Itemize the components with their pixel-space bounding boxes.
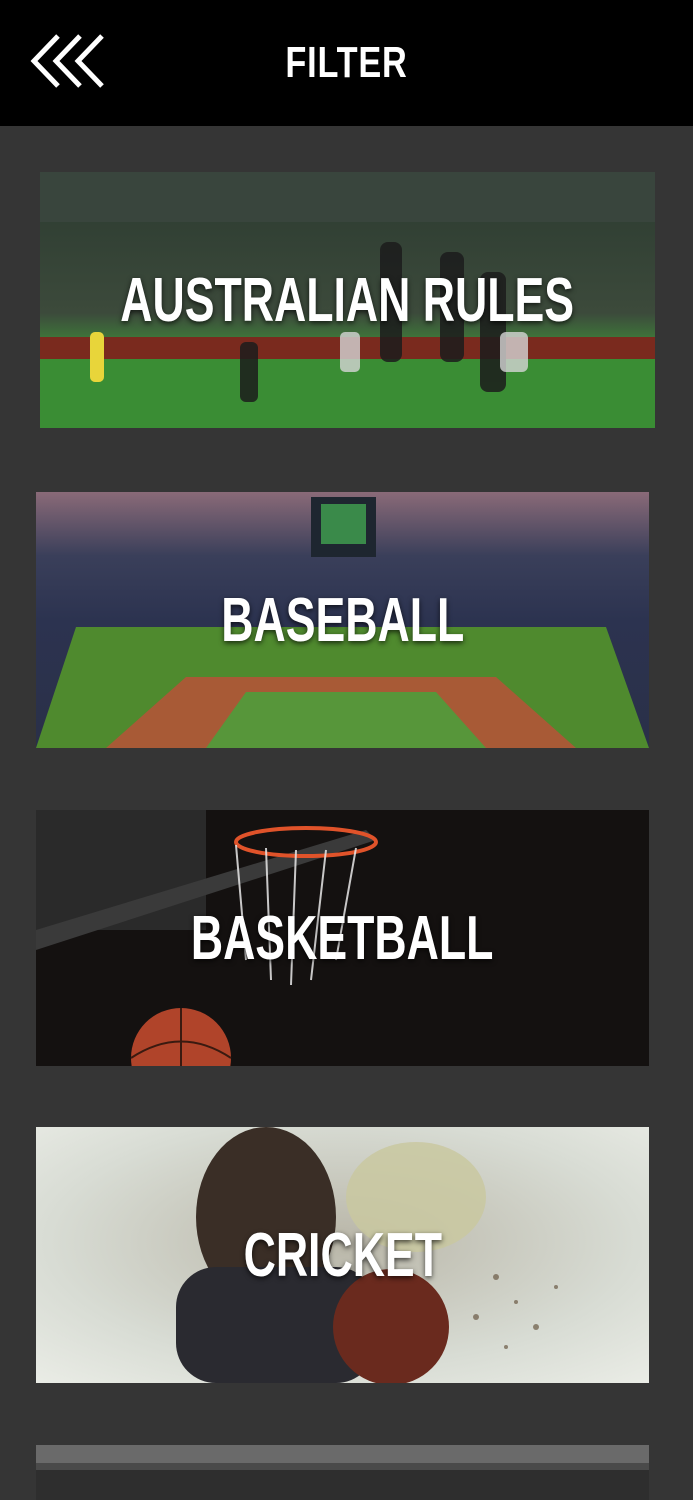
sport-label: CRICKET [243, 1220, 442, 1290]
sport-card-next[interactable] [36, 1445, 649, 1500]
sport-card-basketball[interactable]: BASKETBALL [36, 810, 649, 1066]
sport-card-australian-rules[interactable]: AUSTRALIAN RULES [40, 172, 655, 428]
sport-label: BASKETBALL [191, 903, 494, 973]
sport-label: BASEBALL [220, 585, 465, 655]
sport-card-cricket[interactable]: CRICKET [36, 1127, 649, 1383]
sport-label: AUSTRALIAN RULES [120, 265, 575, 335]
top-bar: FILTER [0, 0, 693, 126]
page-title: FILTER [285, 38, 408, 87]
sport-card-baseball[interactable]: BASEBALL [36, 492, 649, 748]
